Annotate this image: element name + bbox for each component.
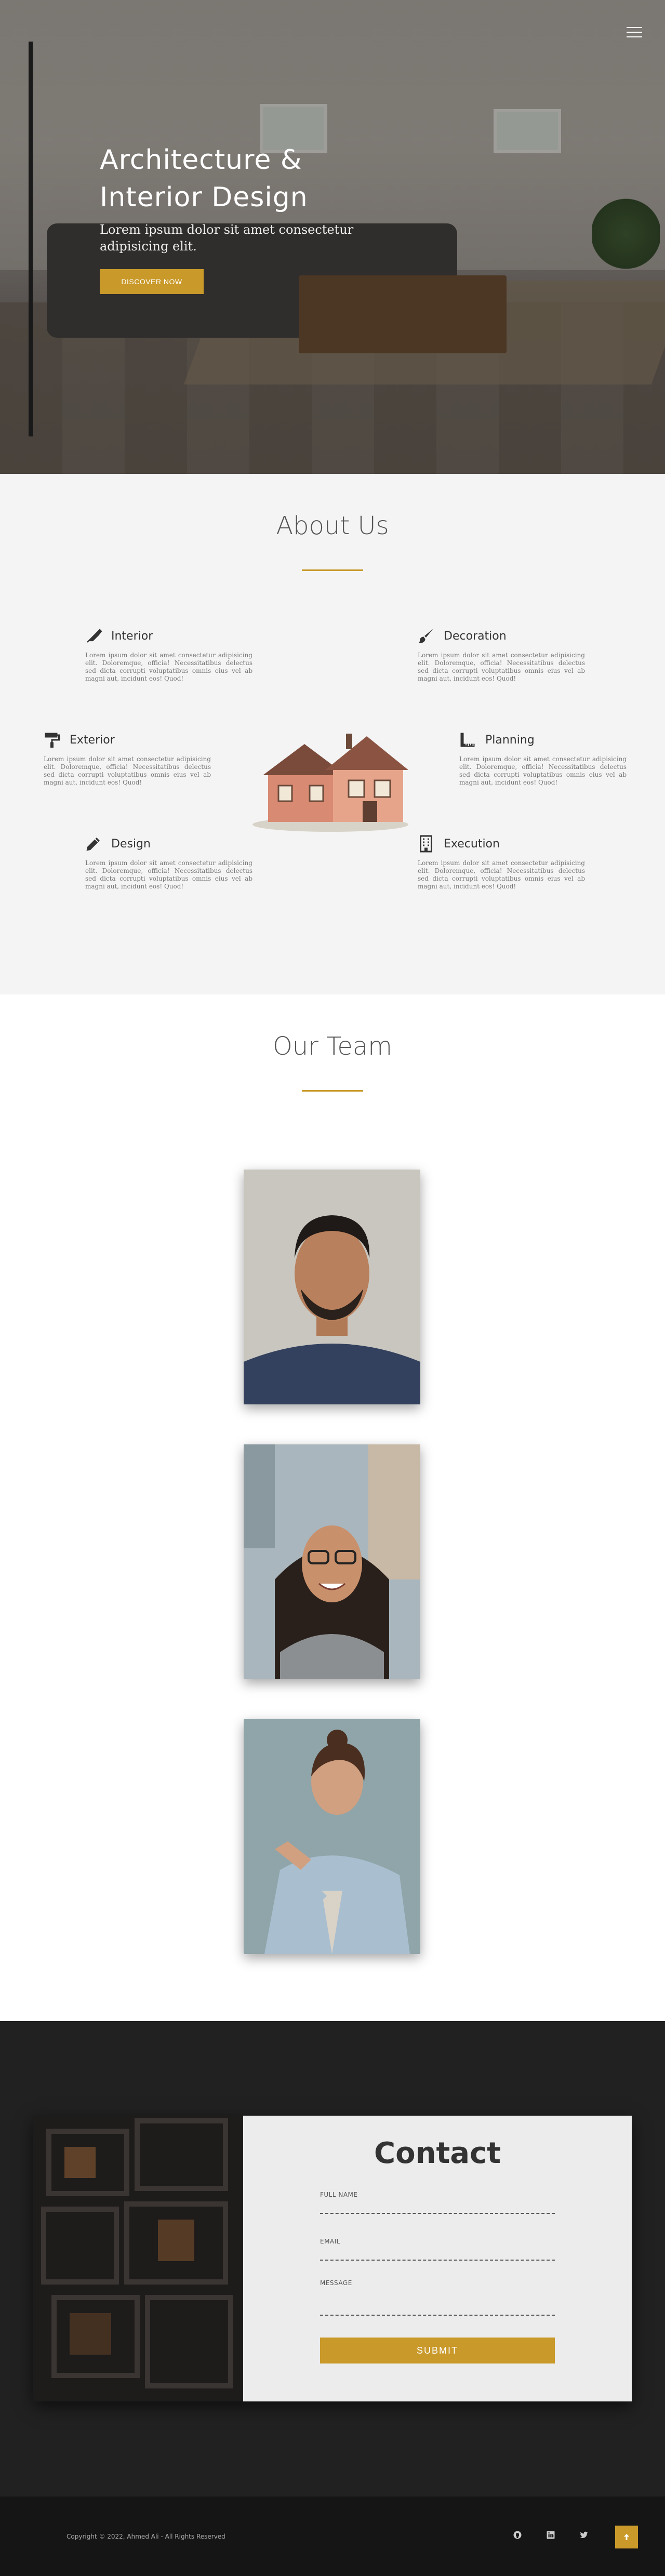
hamburger-menu-icon[interactable]: [627, 27, 642, 38]
feature-text: Lorem ipsum dolor sit amet consectetur a…: [459, 755, 627, 786]
feature-interior: Interior Lorem ipsum dolor sit amet cons…: [83, 626, 252, 683]
linkedin-icon[interactable]: [546, 2530, 556, 2540]
feature-execution: Execution Lorem ipsum dolor sit amet con…: [416, 833, 585, 891]
contact-form: Contact FULL NAME EMAIL MESSAGE SUBMIT: [243, 2116, 632, 2401]
pencil-icon: [83, 833, 104, 854]
email-field-group: EMAIL: [320, 2238, 555, 2261]
ruler-icon: [457, 729, 478, 750]
about-section: About Us Interior Lorem ipsum dolor sit …: [0, 474, 665, 994]
email-label: EMAIL: [320, 2238, 340, 2245]
twitter-icon[interactable]: [579, 2530, 589, 2540]
feature-text: Lorem ipsum dolor sit amet consectetur a…: [85, 859, 252, 890]
hero-section: Architecture & Interior Design Lorem ips…: [0, 0, 665, 474]
message-textarea[interactable]: [320, 2287, 555, 2316]
team-member-photo: [244, 1444, 420, 1679]
paint-brush-icon: [416, 626, 436, 646]
house-illustration: [247, 728, 414, 832]
email-input[interactable]: [320, 2245, 555, 2261]
feature-text: Lorem ipsum dolor sit amet consectetur a…: [418, 859, 585, 890]
message-label: MESSAGE: [320, 2279, 352, 2287]
team-section: Our Team: [0, 994, 665, 2021]
feature-text: Lorem ipsum dolor sit amet consectetur a…: [44, 755, 211, 786]
copyright-text: Copyright © 2022, Ahmed Ali - All Rights…: [66, 2533, 225, 2540]
feature-title: Interior: [111, 629, 153, 643]
contact-section: Contact FULL NAME EMAIL MESSAGE SUBMIT: [0, 2021, 665, 2497]
social-links: [512, 2530, 589, 2540]
hero-subtitle: Lorem ipsum dolor sit amet consectetur a…: [100, 222, 354, 254]
paint-roller-icon: [42, 729, 62, 750]
hero-title-line2: Interior Design: [100, 182, 308, 213]
pen-nib-icon: [83, 626, 104, 646]
message-field-group: MESSAGE: [320, 2279, 555, 2318]
contact-card: Contact FULL NAME EMAIL MESSAGE SUBMIT: [33, 2116, 632, 2401]
feature-decoration: Decoration Lorem ipsum dolor sit amet co…: [416, 626, 585, 683]
feature-text: Lorem ipsum dolor sit amet consectetur a…: [418, 652, 585, 682]
arrow-up-icon: [623, 2534, 630, 2540]
feature-title: Exterior: [70, 733, 115, 747]
feature-title: Design: [111, 837, 151, 851]
feature-title: Planning: [485, 733, 535, 747]
feature-exterior: Exterior Lorem ipsum dolor sit amet cons…: [42, 729, 211, 787]
footer: Copyright © 2022, Ahmed Ali - All Rights…: [0, 2497, 665, 2576]
back-to-top-button[interactable]: [615, 2526, 638, 2548]
name-field-group: FULL NAME: [320, 2191, 555, 2214]
name-label: FULL NAME: [320, 2191, 358, 2198]
title-divider: [302, 569, 363, 571]
hero-title: Architecture & Interior Design: [100, 141, 391, 216]
feature-title: Decoration: [444, 629, 507, 643]
hero-content: Architecture & Interior Design Lorem ips…: [100, 141, 391, 294]
title-divider: [302, 1090, 363, 1092]
feature-text: Lorem ipsum dolor sit amet consectetur a…: [85, 652, 252, 682]
contact-building-image: [33, 2116, 243, 2401]
feature-title: Execution: [444, 837, 500, 851]
about-title: About Us: [276, 511, 389, 540]
discover-now-button[interactable]: DISCOVER NOW: [100, 269, 204, 294]
github-icon[interactable]: [512, 2530, 523, 2540]
full-name-input[interactable]: [320, 2198, 555, 2214]
building-icon: [416, 833, 436, 854]
team-title: Our Team: [272, 1032, 393, 1061]
feature-planning: Planning Lorem ipsum dolor sit amet cons…: [457, 729, 627, 787]
contact-title: Contact: [374, 2136, 501, 2170]
hero-title-line1: Architecture &: [100, 144, 302, 176]
feature-design: Design Lorem ipsum dolor sit amet consec…: [83, 833, 252, 891]
team-member-photo: [244, 1719, 420, 1954]
team-member-photo: [244, 1170, 420, 1404]
submit-button[interactable]: SUBMIT: [320, 2338, 555, 2363]
